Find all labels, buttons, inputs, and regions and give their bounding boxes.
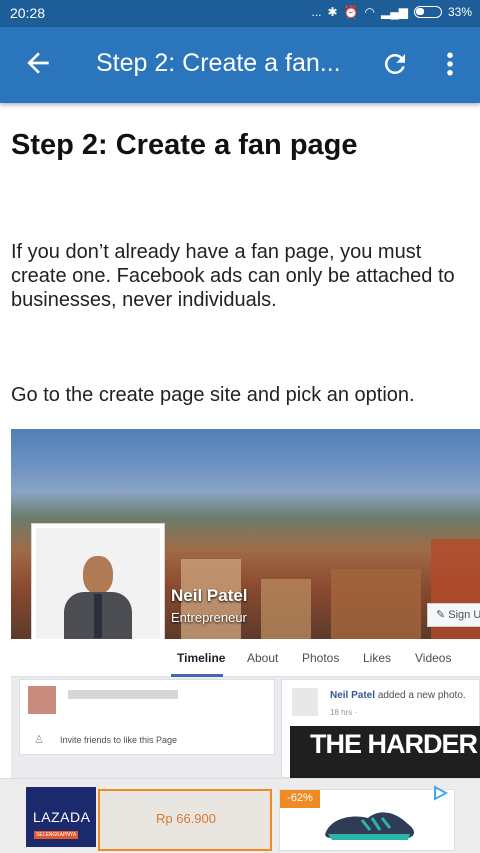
lazada-logo[interactable]: LAZADA SELENGKAPNYA — [26, 787, 96, 847]
ad-banner[interactable]: LAZADA SELENGKAPNYA Rp 66.900 -62% — [0, 778, 480, 853]
refresh-icon[interactable] — [380, 49, 410, 79]
page-role: Entrepreneur — [171, 610, 247, 625]
alarm-icon: ⏰ — [343, 5, 359, 19]
discount-badge: -62% — [280, 790, 320, 808]
article-paragraph-1: If you don’t already have a fan page, yo… — [11, 241, 455, 311]
tab-about: About — [247, 651, 279, 665]
post-time: 18 hrs · — [330, 708, 358, 717]
blurred-avatar — [28, 686, 56, 714]
post-avatar — [292, 688, 318, 716]
ad-price: Rp 66.900 — [156, 811, 216, 826]
tab-photos: Photos — [302, 651, 340, 665]
tab-timeline: Timeline — [177, 651, 226, 665]
profile-picture — [31, 523, 165, 655]
post-header: Neil Patel added a new photo. — [330, 690, 466, 701]
invite-text: Invite friends to like this Page — [60, 735, 178, 745]
tab-videos: Videos — [415, 651, 452, 665]
battery-icon — [413, 6, 442, 18]
post-image-text: THE HARDER — [290, 726, 480, 778]
status-icons: ... ✱ ⏰ ◠ ▂▄▆ 33% — [311, 5, 472, 19]
person-icon: ♙ — [34, 734, 44, 746]
article-paragraph-2: Go to the create page site and pick an o… — [11, 384, 415, 406]
page-tabs: Timeline About Photos Likes Videos — [11, 639, 480, 677]
app-bar: Step 2: Create a fan... — [0, 27, 480, 103]
page-name: Neil Patel — [171, 586, 248, 605]
app-bar-title: Step 2: Create a fan... — [96, 49, 341, 77]
article-heading: Step 2: Create a fan page — [11, 129, 358, 161]
ad-brand-sub: SELENGKAPNYA — [34, 831, 79, 839]
arrow-left-icon[interactable] — [22, 47, 54, 79]
sign-up-button: ✎ Sign U — [427, 603, 480, 627]
sign-up-label: Sign U — [448, 609, 480, 621]
status-bar: 20:28 ... ✱ ⏰ ◠ ▂▄▆ 33% — [0, 0, 480, 27]
wifi-icon: ◠ — [364, 5, 375, 19]
more-vert-icon[interactable] — [440, 49, 460, 79]
facebook-page-screenshot: Neil Patel Entrepreneur ✎ Sign U Timelin… — [11, 429, 480, 778]
bluetooth-icon: ✱ — [327, 5, 338, 19]
status-indicators: ... — [311, 5, 322, 19]
ad-brand: LAZADA — [33, 809, 91, 825]
post-action: added a new photo. — [377, 690, 466, 701]
active-tab-indicator — [171, 674, 223, 677]
status-time: 20:28 — [10, 5, 46, 21]
invite-card: ♙ Invite friends to like this Page — [19, 679, 275, 755]
tab-likes: Likes — [363, 651, 392, 665]
adchoices-icon[interactable] — [432, 785, 448, 801]
article-content[interactable]: Step 2: Create a fan page If you don’t a… — [0, 103, 480, 778]
shoe-icon — [325, 812, 414, 840]
signal-icon: ▂▄▆ — [381, 5, 408, 19]
ad-product-1[interactable]: Rp 66.900 — [98, 789, 272, 851]
post-card: Neil Patel added a new photo. 18 hrs · T… — [281, 679, 480, 778]
post-author: Neil Patel — [330, 690, 376, 701]
blurred-text — [68, 690, 178, 699]
ad-product-2[interactable]: -62% — [279, 789, 455, 851]
battery-percent: 33% — [447, 5, 472, 19]
